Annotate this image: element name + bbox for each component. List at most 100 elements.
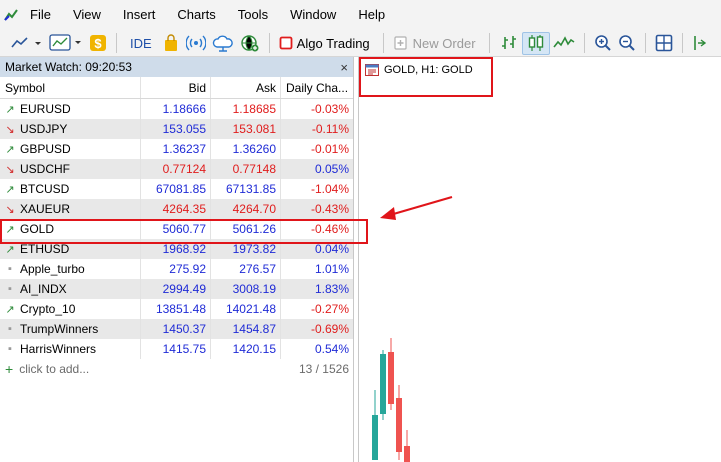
market-watch-row-btcusd[interactable]: ↗ BTCUSD 67081.85 67131.85 -1.04% xyxy=(0,179,353,199)
symbol-cell: ▪ Apple_turbo xyxy=(0,259,140,279)
bear-candle xyxy=(404,446,410,462)
community-button[interactable] xyxy=(237,32,263,55)
bid-cell: 1.18666 xyxy=(140,99,210,119)
app-icon[interactable] xyxy=(4,8,18,22)
market-button[interactable]: $ xyxy=(86,32,110,55)
svg-text:$: $ xyxy=(94,36,102,51)
symbol-cell: ↗ BTCUSD xyxy=(0,179,140,199)
ask-cell: 3008.19 xyxy=(210,279,280,299)
market-watch-row-ai_indx[interactable]: ▪ AI_INDX 2994.49 3008.19 1.83% xyxy=(0,279,353,299)
market-watch-row-apple_turbo[interactable]: ▪ Apple_turbo 275.92 276.57 1.01% xyxy=(0,259,353,279)
algo-trading-label: Algo Trading xyxy=(296,35,370,51)
market-watch-row-trumpwinners[interactable]: ▪ TrumpWinners 1450.37 1454.87 -0.69% xyxy=(0,319,353,339)
menu-window[interactable]: Window xyxy=(279,0,347,30)
menu-view[interactable]: View xyxy=(62,0,112,30)
symbol-name: GBPUSD xyxy=(20,142,71,156)
menu-help[interactable]: Help xyxy=(347,0,396,30)
market-watch-panel: Market Watch: 09:20:53 × Symbol Bid Ask … xyxy=(0,57,354,462)
scroll-chart-button[interactable] xyxy=(689,32,709,55)
column-header-ask[interactable]: Ask xyxy=(210,77,280,98)
menu-insert[interactable]: Insert xyxy=(112,0,167,30)
symbol-name: EURUSD xyxy=(20,102,71,116)
chart-type-line-button[interactable] xyxy=(8,32,46,55)
daily-change-cell: 1.01% xyxy=(280,259,353,279)
market-watch-row-eurusd[interactable]: ↗ EURUSD 1.18666 1.18685 -0.03% xyxy=(0,99,353,119)
candlestick-chart-button[interactable] xyxy=(521,31,550,55)
bid-cell: 1450.37 xyxy=(140,319,210,339)
market-watch-row-harriswinners[interactable]: ▪ HarrisWinners 1415.75 1420.15 0.54% xyxy=(0,339,353,359)
close-icon[interactable]: × xyxy=(340,60,348,75)
add-symbol: + click to add... xyxy=(5,361,89,377)
bid-cell: 1.36237 xyxy=(140,139,210,159)
ide-button[interactable]: IDE xyxy=(123,32,159,55)
ask-cell: 1.36260 xyxy=(210,139,280,159)
market-watch-row-crypto_10[interactable]: ↗ Crypto_10 13851.48 14021.48 -0.27% xyxy=(0,299,353,319)
bid-cell: 275.92 xyxy=(140,259,210,279)
toolbar-separator xyxy=(116,33,117,53)
column-header-bid[interactable]: Bid xyxy=(140,77,210,98)
arrow-down-icon: ↘ xyxy=(5,203,15,216)
daily-change-cell: -0.69% xyxy=(280,319,353,339)
bar-chart-icon xyxy=(501,36,516,49)
shopping-bag-button[interactable] xyxy=(159,32,183,55)
zoom-out-button[interactable] xyxy=(615,32,639,55)
ask-cell: 1.18685 xyxy=(210,99,280,119)
daily-change-cell: -0.01% xyxy=(280,139,353,159)
arrow-down-icon: ↘ xyxy=(5,123,15,136)
square-bullet-icon: ▪ xyxy=(8,263,12,275)
toolbar-separator xyxy=(382,33,384,53)
market-watch-row-gbpusd[interactable]: ↗ GBPUSD 1.36237 1.36260 -0.01% xyxy=(0,139,353,159)
vps-button[interactable] xyxy=(209,32,237,55)
column-header-daily-change[interactable]: Daily Cha... xyxy=(280,77,353,98)
daily-change-cell: -1.04% xyxy=(280,179,353,199)
gold-row-highlight xyxy=(0,219,368,244)
bar-chart-button[interactable] xyxy=(496,32,522,55)
signals-button[interactable] xyxy=(183,32,209,55)
symbol-cell: ↗ Crypto_10 xyxy=(0,299,140,319)
symbol-cell: ▪ TrumpWinners xyxy=(0,319,140,339)
market-watch-header: Symbol Bid Ask Daily Cha... xyxy=(0,77,353,99)
chart-shift-icon xyxy=(693,36,706,50)
bid-cell: 153.055 xyxy=(140,119,210,139)
market-watch-row-usdjpy[interactable]: ↘ USDJPY 153.055 153.081 -0.11% xyxy=(0,119,353,139)
menu-file[interactable]: File xyxy=(30,0,62,30)
arrow-down-icon: ↘ xyxy=(5,163,15,176)
square-bullet-icon: ▪ xyxy=(8,323,12,335)
bid-cell: 4264.35 xyxy=(140,199,210,219)
toolbar-separator xyxy=(488,33,490,53)
zoom-in-button[interactable] xyxy=(591,32,615,55)
symbol-name: AI_INDX xyxy=(20,282,67,296)
annotation-arrow xyxy=(380,195,453,220)
chart-title-highlight xyxy=(359,57,493,97)
chart-template-button[interactable] xyxy=(46,32,86,55)
daily-change-cell: -0.43% xyxy=(280,199,353,219)
symbol-name: USDJPY xyxy=(20,122,68,136)
market-watch-row-usdchf[interactable]: ↘ USDCHF 0.77124 0.77148 0.05% xyxy=(0,159,353,179)
new-order-icon xyxy=(394,36,407,50)
market-watch-titlebar: Market Watch: 09:20:53 × xyxy=(0,57,353,77)
symbol-name: Apple_turbo xyxy=(20,262,85,276)
algo-trading-button[interactable]: Algo Trading xyxy=(276,32,377,55)
globe-icon xyxy=(240,35,259,52)
market-watch-row-xaueur[interactable]: ↘ XAUEUR 4264.35 4264.70 -0.43% xyxy=(0,199,353,219)
toolbar: $ IDE Algo Trading New Order xyxy=(0,30,721,57)
symbol-cell: ↗ EURUSD xyxy=(0,99,140,119)
daily-change-cell: 1.83% xyxy=(280,279,353,299)
tile-windows-button[interactable] xyxy=(652,32,676,55)
arrow-up-icon: ↗ xyxy=(5,103,15,116)
add-symbol-row[interactable]: + click to add... 13 / 1526 xyxy=(0,359,353,379)
new-order-button[interactable]: New Order xyxy=(390,32,483,55)
menu-tools[interactable]: Tools xyxy=(227,0,279,30)
bull-candle xyxy=(372,415,378,460)
ask-cell: 4264.70 xyxy=(210,199,280,219)
ide-label: IDE xyxy=(130,35,152,51)
arrow-up-icon: ↗ xyxy=(5,143,15,156)
menu-charts[interactable]: Charts xyxy=(166,0,226,30)
symbol-cell: ↗ GBPUSD xyxy=(0,139,140,159)
column-header-symbol[interactable]: Symbol xyxy=(0,77,140,98)
line-chart-button[interactable] xyxy=(550,32,578,55)
daily-change-cell: -0.27% xyxy=(280,299,353,319)
daily-change-cell: -0.03% xyxy=(280,99,353,119)
shopping-bag-icon xyxy=(164,34,177,51)
cloud-icon xyxy=(212,35,233,52)
